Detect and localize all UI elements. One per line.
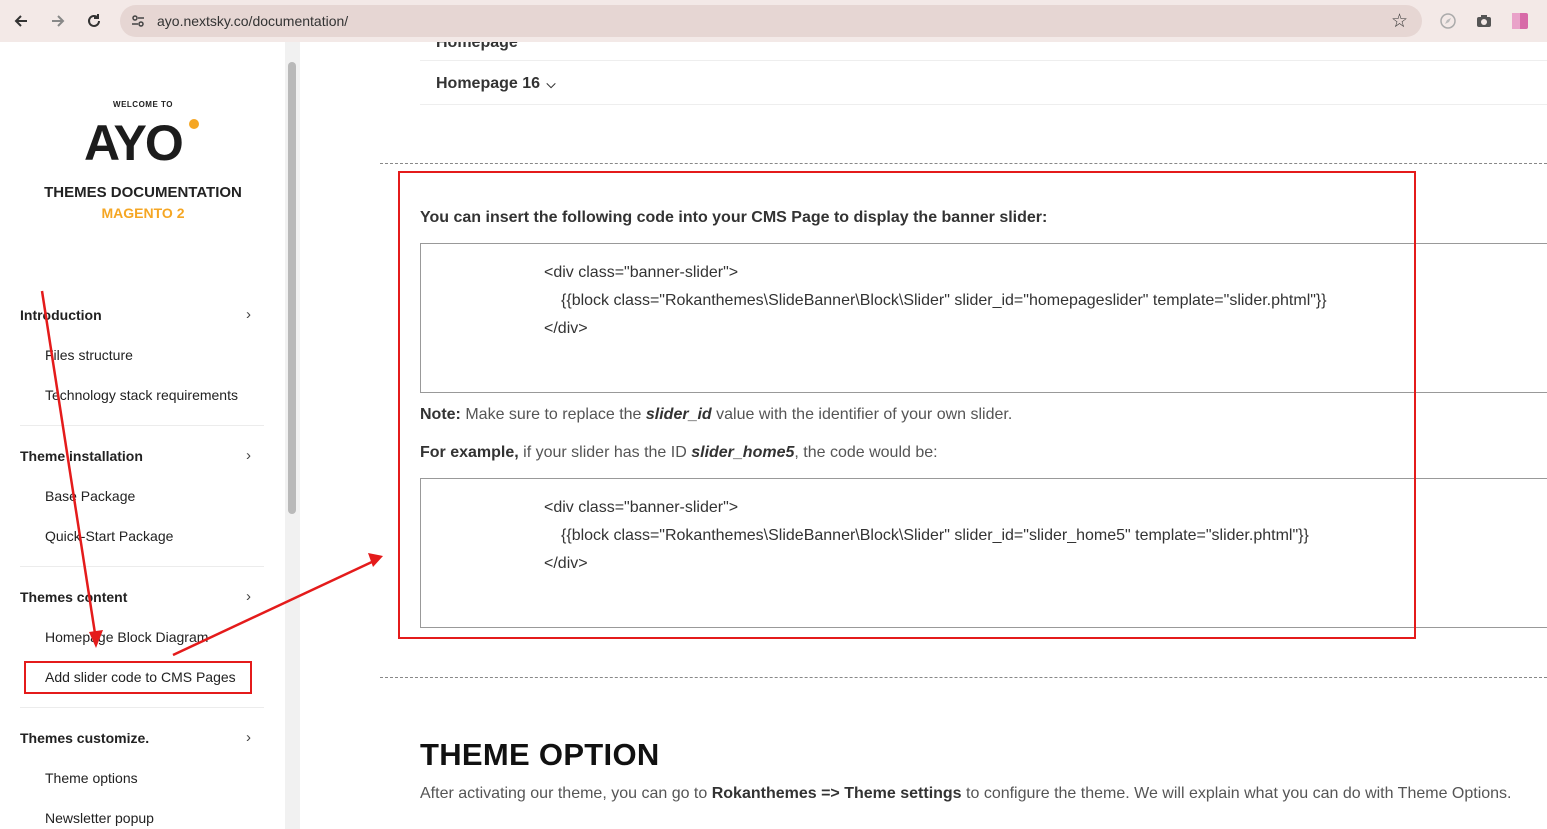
nav-item-quick-start-package[interactable]: Quick-Start Package xyxy=(45,528,173,544)
description-text: After activating our theme, you can go t… xyxy=(420,785,712,802)
sidebar-title: THEMES DOCUMENTATION xyxy=(44,184,242,201)
url-text: ayo.nextsky.co/documentation/ xyxy=(157,13,349,29)
reload-icon[interactable] xyxy=(81,8,107,34)
logo-welcome-text: WELCOME TO xyxy=(113,100,173,109)
tab-partial-homepage[interactable]: Homepage xyxy=(420,42,1547,60)
nav-section-introduction[interactable]: Introduction › xyxy=(20,306,265,323)
nav-item-base-package[interactable]: Base Package xyxy=(45,488,135,504)
nav-item-technology-stack[interactable]: Technology stack requirements xyxy=(45,387,238,403)
screenshot-camera-icon[interactable] xyxy=(1475,12,1493,30)
nav-section-themes-customize[interactable]: Themes customize. › xyxy=(20,729,265,746)
sidebar-subtitle: MAGENTO 2 xyxy=(101,205,185,221)
annotation-red-rectangle xyxy=(398,171,1416,639)
nav-item-newsletter-popup[interactable]: Newsletter popup xyxy=(45,810,154,826)
bookmark-star-icon[interactable]: ☆ xyxy=(1391,10,1408,33)
chevron-right-icon[interactable]: › xyxy=(246,729,251,746)
tab-partial-label: Homepage xyxy=(436,42,518,51)
extension-compass-icon[interactable] xyxy=(1439,12,1457,30)
nav-section-theme-installation[interactable]: Theme installation › xyxy=(20,447,265,464)
tab-row-homepage-16[interactable] xyxy=(420,60,1547,105)
description-bold: Rokanthemes => Theme settings xyxy=(711,785,962,802)
nav-section-label: Theme installation xyxy=(20,448,143,464)
annotation-highlight-box xyxy=(24,661,252,694)
back-icon[interactable] xyxy=(8,8,34,34)
tab-label: Homepage 16 xyxy=(436,75,541,92)
section-separator xyxy=(380,677,1547,678)
profile-avatar-icon[interactable] xyxy=(1511,12,1529,30)
nav-section-label: Themes customize. xyxy=(20,730,150,746)
forward-icon[interactable] xyxy=(45,8,71,34)
description-text: to configure the theme. We will explain … xyxy=(961,785,1512,802)
tab-homepage-16[interactable]: Homepage 16 ⌵ xyxy=(436,75,556,93)
browser-toolbar: ayo.nextsky.co/documentation/ ☆ xyxy=(0,0,1547,42)
nav-item-files-structure[interactable]: Files structure xyxy=(45,347,133,363)
sidebar-divider xyxy=(20,425,264,426)
section-separator xyxy=(380,163,1547,164)
nav-section-themes-content[interactable]: Themes content › xyxy=(20,588,265,605)
arrow-head-icon xyxy=(368,553,383,567)
site-settings-icon[interactable] xyxy=(130,13,146,29)
address-bar[interactable]: ayo.nextsky.co/documentation/ ☆ xyxy=(120,5,1422,37)
chevron-right-icon[interactable]: › xyxy=(246,306,251,323)
nav-section-label: Themes content xyxy=(20,589,128,605)
theme-option-description: After activating our theme, you can go t… xyxy=(420,785,1512,803)
chevron-right-icon[interactable]: › xyxy=(246,588,251,605)
chevron-down-icon: ⌵ xyxy=(546,77,556,91)
svg-text:AYO: AYO xyxy=(84,115,182,166)
theme-option-heading: THEME OPTION xyxy=(420,737,660,772)
chevron-right-icon[interactable]: › xyxy=(246,447,251,464)
nav-item-theme-options[interactable]: Theme options xyxy=(45,770,138,786)
nav-section-label: Introduction xyxy=(20,307,102,323)
ayo-logo[interactable]: AYO xyxy=(84,110,204,166)
sidebar-divider xyxy=(20,707,264,708)
sidebar-scroll-thumb[interactable] xyxy=(288,62,296,514)
nav-item-homepage-block-diagram[interactable]: Homepage Block Diagram xyxy=(45,629,208,645)
sidebar-divider xyxy=(20,566,264,567)
